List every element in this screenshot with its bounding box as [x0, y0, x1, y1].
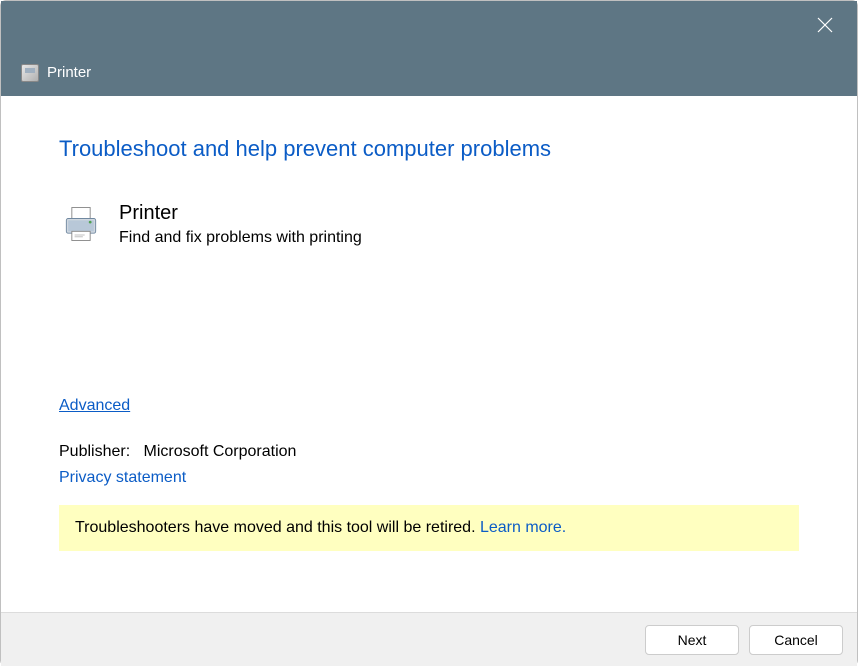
- banner-text: Troubleshooters have moved and this tool…: [75, 519, 480, 536]
- troubleshooter-description: Find and fix problems with printing: [119, 229, 362, 247]
- header-strip: Printer: [1, 49, 857, 96]
- titlebar: [1, 1, 857, 49]
- close-button[interactable]: [805, 5, 845, 45]
- next-button[interactable]: Next: [645, 625, 739, 655]
- printer-icon: [59, 202, 103, 246]
- retirement-banner: Troubleshooters have moved and this tool…: [59, 505, 799, 551]
- publisher-value: Microsoft Corporation: [144, 443, 297, 460]
- content-area: Troubleshoot and help prevent computer p…: [1, 96, 857, 612]
- troubleshooter-title: Printer: [119, 202, 362, 225]
- publisher-row: Publisher: Microsoft Corporation: [59, 443, 799, 461]
- advanced-link[interactable]: Advanced: [59, 397, 130, 415]
- cancel-button[interactable]: Cancel: [749, 625, 843, 655]
- header-title: Printer: [47, 64, 91, 81]
- privacy-statement-link[interactable]: Privacy statement: [59, 469, 186, 487]
- footer: Next Cancel: [1, 612, 857, 666]
- publisher-label: Publisher:: [59, 443, 130, 460]
- troubleshooter-section: Printer Find and fix problems with print…: [59, 202, 799, 247]
- printer-small-icon: [21, 64, 39, 82]
- learn-more-link[interactable]: Learn more.: [480, 519, 566, 536]
- troubleshooter-info: Printer Find and fix problems with print…: [119, 202, 362, 247]
- page-heading: Troubleshoot and help prevent computer p…: [59, 136, 799, 162]
- close-icon: [817, 17, 833, 33]
